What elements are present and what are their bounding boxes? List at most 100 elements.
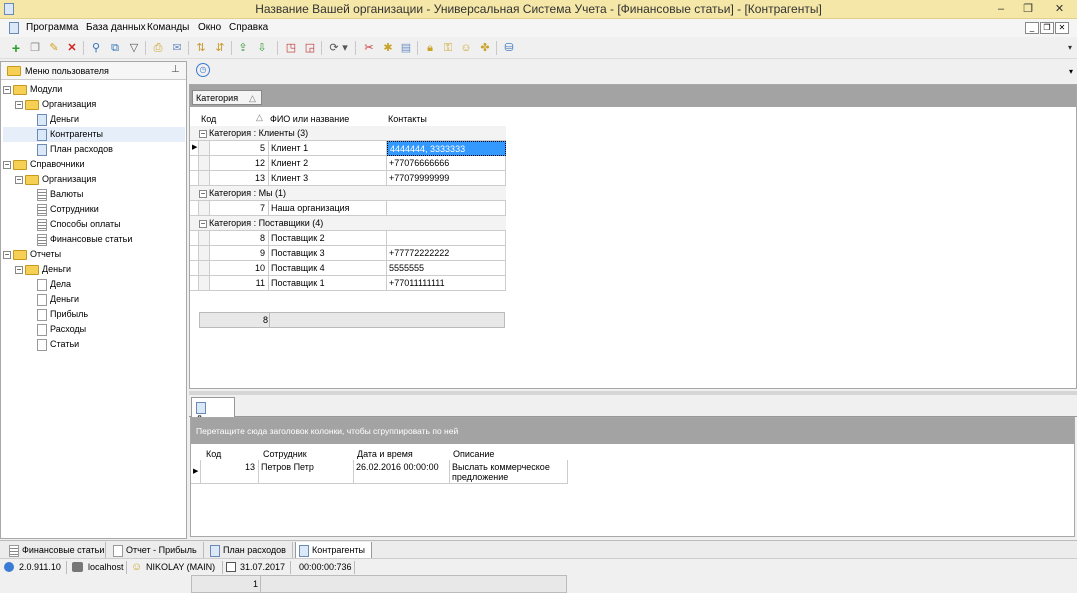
add-icon[interactable]: + — [8, 40, 24, 56]
cell-contacts[interactable]: 4444444, 3333333 — [387, 141, 506, 156]
tree-node[interactable]: Деньги — [3, 292, 185, 307]
cell-employee[interactable]: Петров Петр — [259, 460, 354, 484]
mdi-minimize-button[interactable]: _ — [1025, 22, 1039, 34]
cell-code[interactable]: 5 — [210, 141, 269, 156]
close-button[interactable]: ✕ — [1042, 0, 1077, 19]
tree-node[interactable]: Финансовые статьи — [3, 232, 185, 247]
mdi-restore-button[interactable]: ❐ — [1040, 22, 1054, 34]
sort-desc-icon[interactable]: ⇵ — [212, 40, 228, 56]
column-header-employee[interactable]: Сотрудник — [260, 447, 307, 461]
export-icon[interactable]: ⇪ — [235, 40, 251, 56]
table-row[interactable]: ▶ 5 Клиент 1 4444444, 3333333 — [190, 141, 506, 156]
cell-contacts[interactable] — [387, 201, 506, 216]
copy-icon[interactable]: ❐ — [27, 40, 43, 56]
cell-code[interactable]: 11 — [210, 276, 269, 291]
cell-name[interactable]: Поставщик 2 — [269, 231, 387, 246]
collapse-icon[interactable]: − — [199, 189, 207, 198]
table-row[interactable]: ▶ 13 Петров Петр 26.02.2016 00:00:00 Выс… — [191, 460, 568, 484]
tree-node[interactable]: Статьи — [3, 337, 185, 352]
pin-icon[interactable]: ⊥ — [171, 64, 180, 75]
cell-code[interactable]: 8 — [210, 231, 269, 246]
tree-node[interactable]: Дела — [3, 277, 185, 292]
collapse-icon[interactable]: − — [15, 175, 23, 184]
column-header-code[interactable]: Код — [203, 447, 221, 461]
column-header-contacts[interactable]: Контакты — [385, 112, 427, 126]
cell-code[interactable]: 13 — [201, 460, 259, 484]
group-row[interactable]: − Категория : Клиенты (3) — [190, 126, 506, 141]
cell-code[interactable]: 13 — [210, 171, 269, 186]
cell-contacts[interactable]: +77011111111 — [387, 276, 506, 291]
column-header-name[interactable]: ФИО или название — [267, 112, 349, 126]
tree-node[interactable]: Способы оплаты — [3, 217, 185, 232]
key-icon[interactable]: ⚿ — [440, 40, 456, 56]
tree-node[interactable]: − Отчеты — [3, 247, 185, 262]
tools-icon[interactable]: ✂ — [361, 40, 377, 56]
filter-icon[interactable]: ▽ — [126, 40, 142, 56]
collapse-icon[interactable]: − — [3, 250, 11, 259]
table-row[interactable]: 7 Наша организация — [190, 201, 506, 216]
sort-asc-icon[interactable]: ⇅ — [193, 40, 209, 56]
find-icon[interactable]: ⚲ — [88, 40, 104, 56]
refresh-icon[interactable]: ⟳ — [326, 40, 342, 56]
tree-node[interactable]: Сотрудники — [3, 202, 185, 217]
import-icon[interactable]: ⇩ — [254, 40, 270, 56]
close-window-icon[interactable]: ◲ — [302, 40, 318, 56]
cell-contacts[interactable]: +77079999999 — [387, 171, 506, 186]
tree-node[interactable]: Прибыль — [3, 307, 185, 322]
menu-commands[interactable]: Команды — [147, 22, 189, 33]
comment-icon[interactable]: ✉ — [169, 40, 185, 56]
tree-node[interactable]: План расходов — [3, 142, 185, 157]
table-row[interactable]: 10 Поставщик 4 5555555 — [190, 261, 506, 276]
cell-name[interactable]: Клиент 2 — [269, 156, 387, 171]
mdi-close-button[interactable]: ✕ — [1055, 22, 1069, 34]
tree-node[interactable]: − Организация — [3, 97, 185, 112]
group-row[interactable]: − Категория : Мы (1) — [190, 186, 506, 201]
collapse-icon[interactable]: − — [15, 100, 23, 109]
tree-node[interactable]: − Организация — [3, 172, 185, 187]
edit-icon[interactable]: ✎ — [46, 40, 62, 56]
settings-icon[interactable]: ✱ — [380, 40, 396, 56]
cell-code[interactable]: 9 — [210, 246, 269, 261]
cell-code[interactable]: 7 — [210, 201, 269, 216]
column-header-datetime[interactable]: Дата и время — [354, 447, 413, 461]
tree-node[interactable]: Расходы — [3, 322, 185, 337]
document-tab[interactable]: Контрагенты — [295, 542, 372, 559]
tree-node[interactable]: Контрагенты — [3, 127, 185, 142]
cell-name[interactable]: Поставщик 4 — [269, 261, 387, 276]
puzzle-icon[interactable]: ✤ — [477, 40, 493, 56]
collapse-icon[interactable]: − — [199, 129, 207, 138]
collapse-icon[interactable]: − — [3, 85, 11, 94]
tree-node[interactable]: − Деньги — [3, 262, 185, 277]
cell-name[interactable]: Поставщик 1 — [269, 276, 387, 291]
minimize-button[interactable]: – — [987, 0, 1015, 19]
mdi-child-icon[interactable] — [9, 22, 19, 34]
table-row[interactable]: 9 Поставщик 3 +77772222222 — [190, 246, 506, 261]
table-row[interactable]: 12 Клиент 2 +77076666666 — [190, 156, 506, 171]
cell-code[interactable]: 10 — [210, 261, 269, 276]
cell-contacts[interactable]: +77772222222 — [387, 246, 506, 261]
cell-contacts[interactable]: +77076666666 — [387, 156, 506, 171]
column-header-code[interactable]: Код — [198, 112, 216, 126]
cell-contacts[interactable] — [387, 231, 506, 246]
tree-node[interactable]: Валюты — [3, 187, 185, 202]
tree-node[interactable]: Деньги — [3, 112, 185, 127]
table-row[interactable]: 11 Поставщик 1 +77011111111 — [190, 276, 506, 291]
cell-description[interactable]: Выслать коммерческое предложение — [450, 460, 568, 484]
report-icon[interactable]: ▤ — [398, 40, 414, 56]
find-next-icon[interactable]: ⧉ — [107, 40, 123, 56]
db-icon[interactable]: ⛁ — [501, 40, 517, 56]
menu-program[interactable]: Программа — [26, 22, 78, 33]
collapse-icon[interactable]: − — [15, 265, 23, 274]
cell-name[interactable]: Наша организация — [269, 201, 387, 216]
document-tab[interactable]: План расходов — [207, 542, 293, 559]
toolbar-overflow-icon[interactable]: ▾ — [1069, 67, 1073, 76]
chevron-down-icon[interactable]: ▾ — [341, 40, 349, 56]
lock-icon[interactable]: 🔒︎ — [422, 40, 438, 56]
restore-button[interactable]: ❐ — [1014, 0, 1042, 19]
menu-window[interactable]: Окно — [198, 22, 221, 33]
group-chip-category[interactable]: Категория △ — [192, 90, 262, 105]
document-tab[interactable]: Финансовые статьи — [6, 542, 106, 559]
column-header-description[interactable]: Описание — [450, 447, 494, 461]
cell-code[interactable]: 12 — [210, 156, 269, 171]
delete-icon[interactable]: ✕ — [64, 40, 80, 56]
